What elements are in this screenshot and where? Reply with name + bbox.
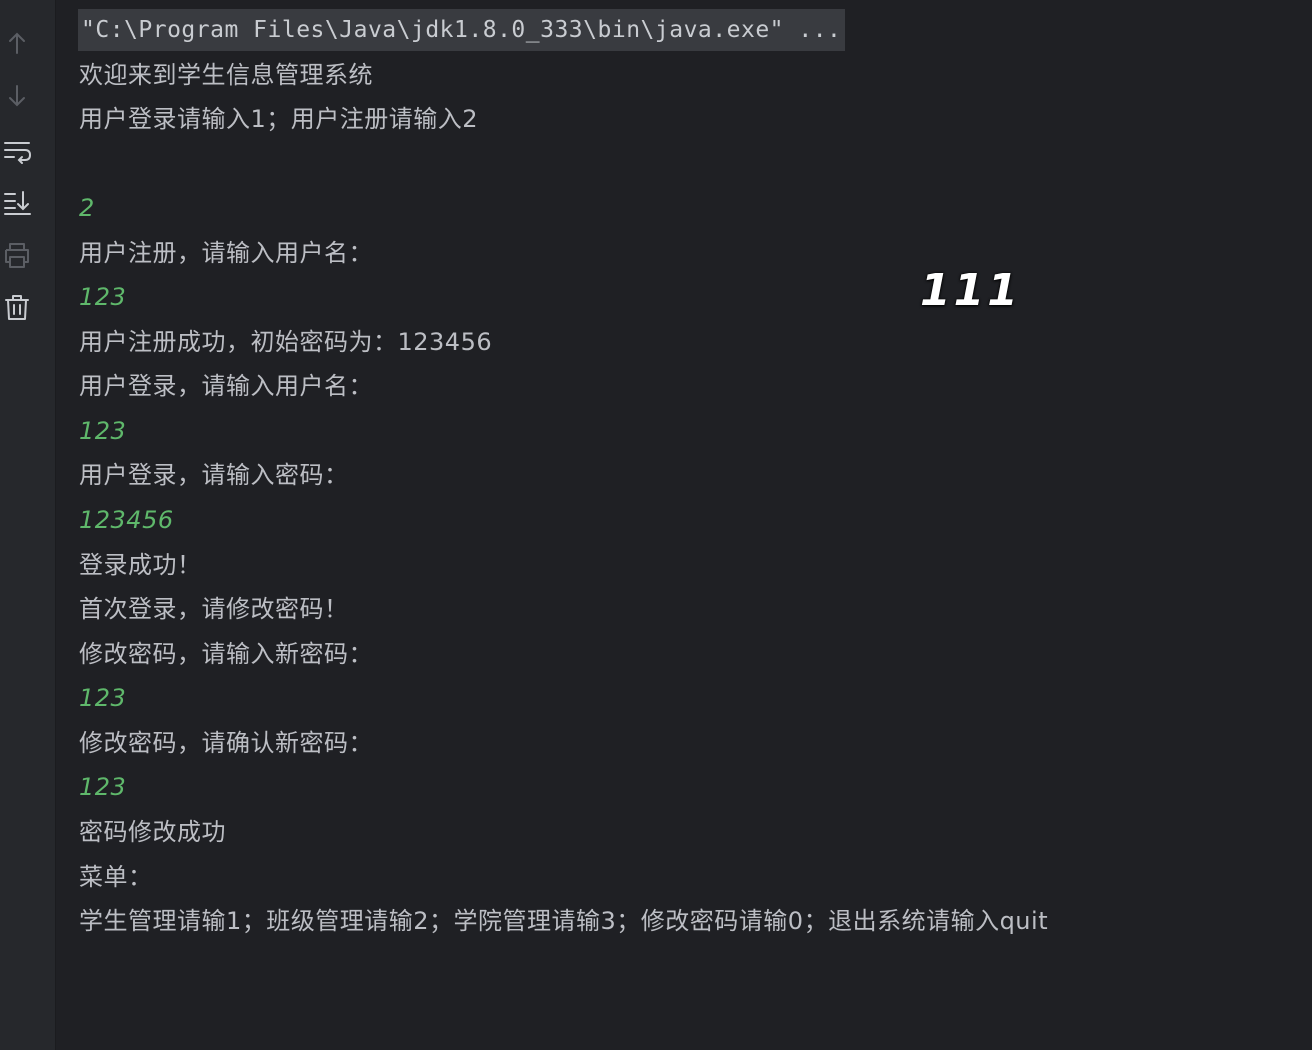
output-line: 菜单： [79, 863, 153, 891]
user-input-line: 123 [79, 417, 127, 445]
output-line: 修改密码，请输入新密码： [79, 640, 373, 668]
output-line: 欢迎来到学生信息管理系统 [79, 61, 373, 89]
arrow-down-icon[interactable] [0, 79, 34, 113]
console-output[interactable] [56, 0, 1312, 1050]
trash-icon[interactable] [0, 290, 34, 324]
output-line: 首次登录，请修改密码！ [79, 595, 349, 623]
output-line: 登录成功！ [79, 551, 202, 579]
output-line: 用户登录，请输入用户名： [79, 372, 373, 400]
output-line: 修改密码，请确认新密码： [79, 729, 373, 757]
user-input-line: 2 [79, 194, 95, 222]
output-line: 用户登录请输入1；用户注册请输入2 [79, 105, 479, 133]
output-line: 学生管理请输1；班级管理请输2；学院管理请输3；修改密码请输0；退出系统请输入q… [79, 907, 1049, 935]
run-command: "C:\Program Files\Java\jdk1.8.0_333\bin\… [78, 9, 846, 51]
arrow-up-icon[interactable] [0, 26, 34, 60]
console-toolbar [0, 0, 56, 1050]
user-input-line: 123 [79, 283, 127, 311]
output-line: 用户注册，请输入用户名： [79, 239, 373, 267]
scroll-to-end-icon[interactable] [0, 185, 34, 219]
output-line: 密码修改成功 [79, 818, 226, 846]
output-line: 用户注册成功，初始密码为：123456 [79, 328, 493, 356]
user-input-line: 123 [79, 773, 127, 801]
user-input-line: 123456 [79, 506, 174, 534]
watermark-text: 111 [920, 265, 1021, 316]
user-input-line: 123 [79, 684, 127, 712]
print-icon[interactable] [0, 238, 34, 272]
output-line: 用户登录，请输入密码： [79, 461, 349, 489]
soft-wrap-icon[interactable] [0, 133, 34, 167]
